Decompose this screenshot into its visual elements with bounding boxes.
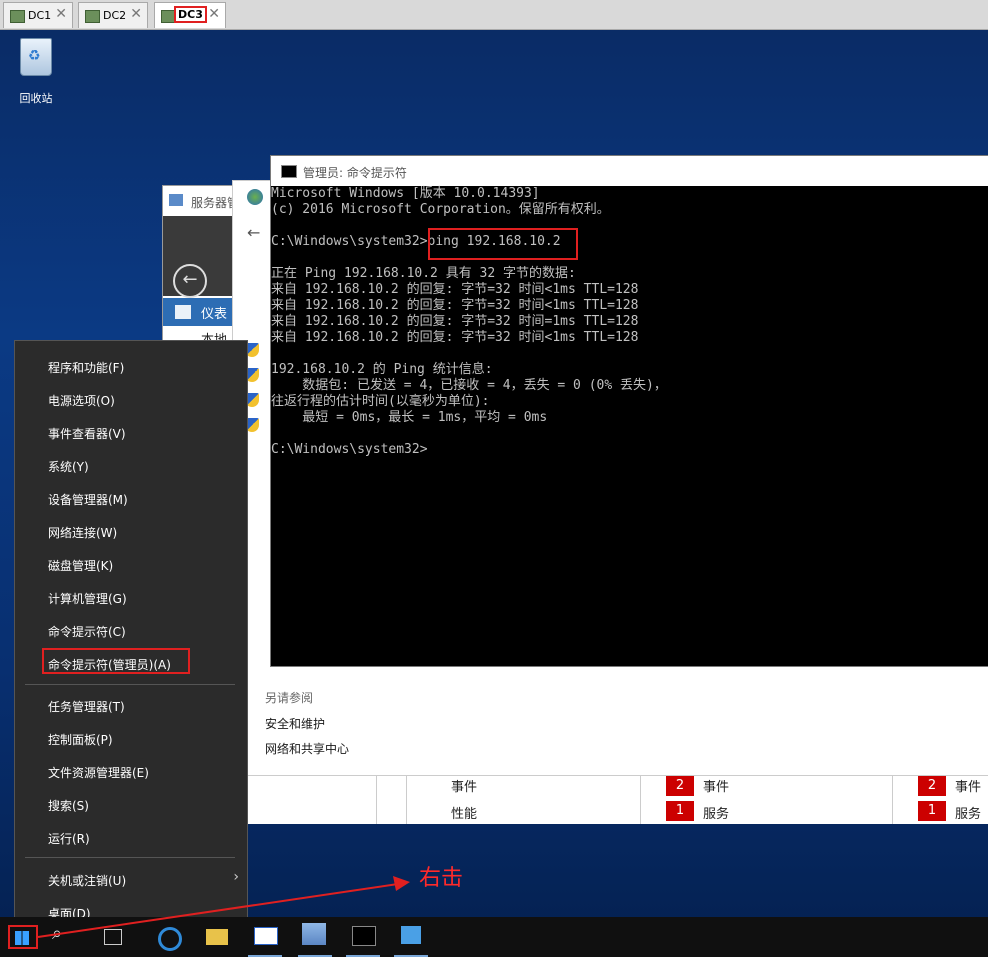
annotation-text: 右击 xyxy=(419,866,464,891)
annotation-arrow xyxy=(37,876,410,938)
